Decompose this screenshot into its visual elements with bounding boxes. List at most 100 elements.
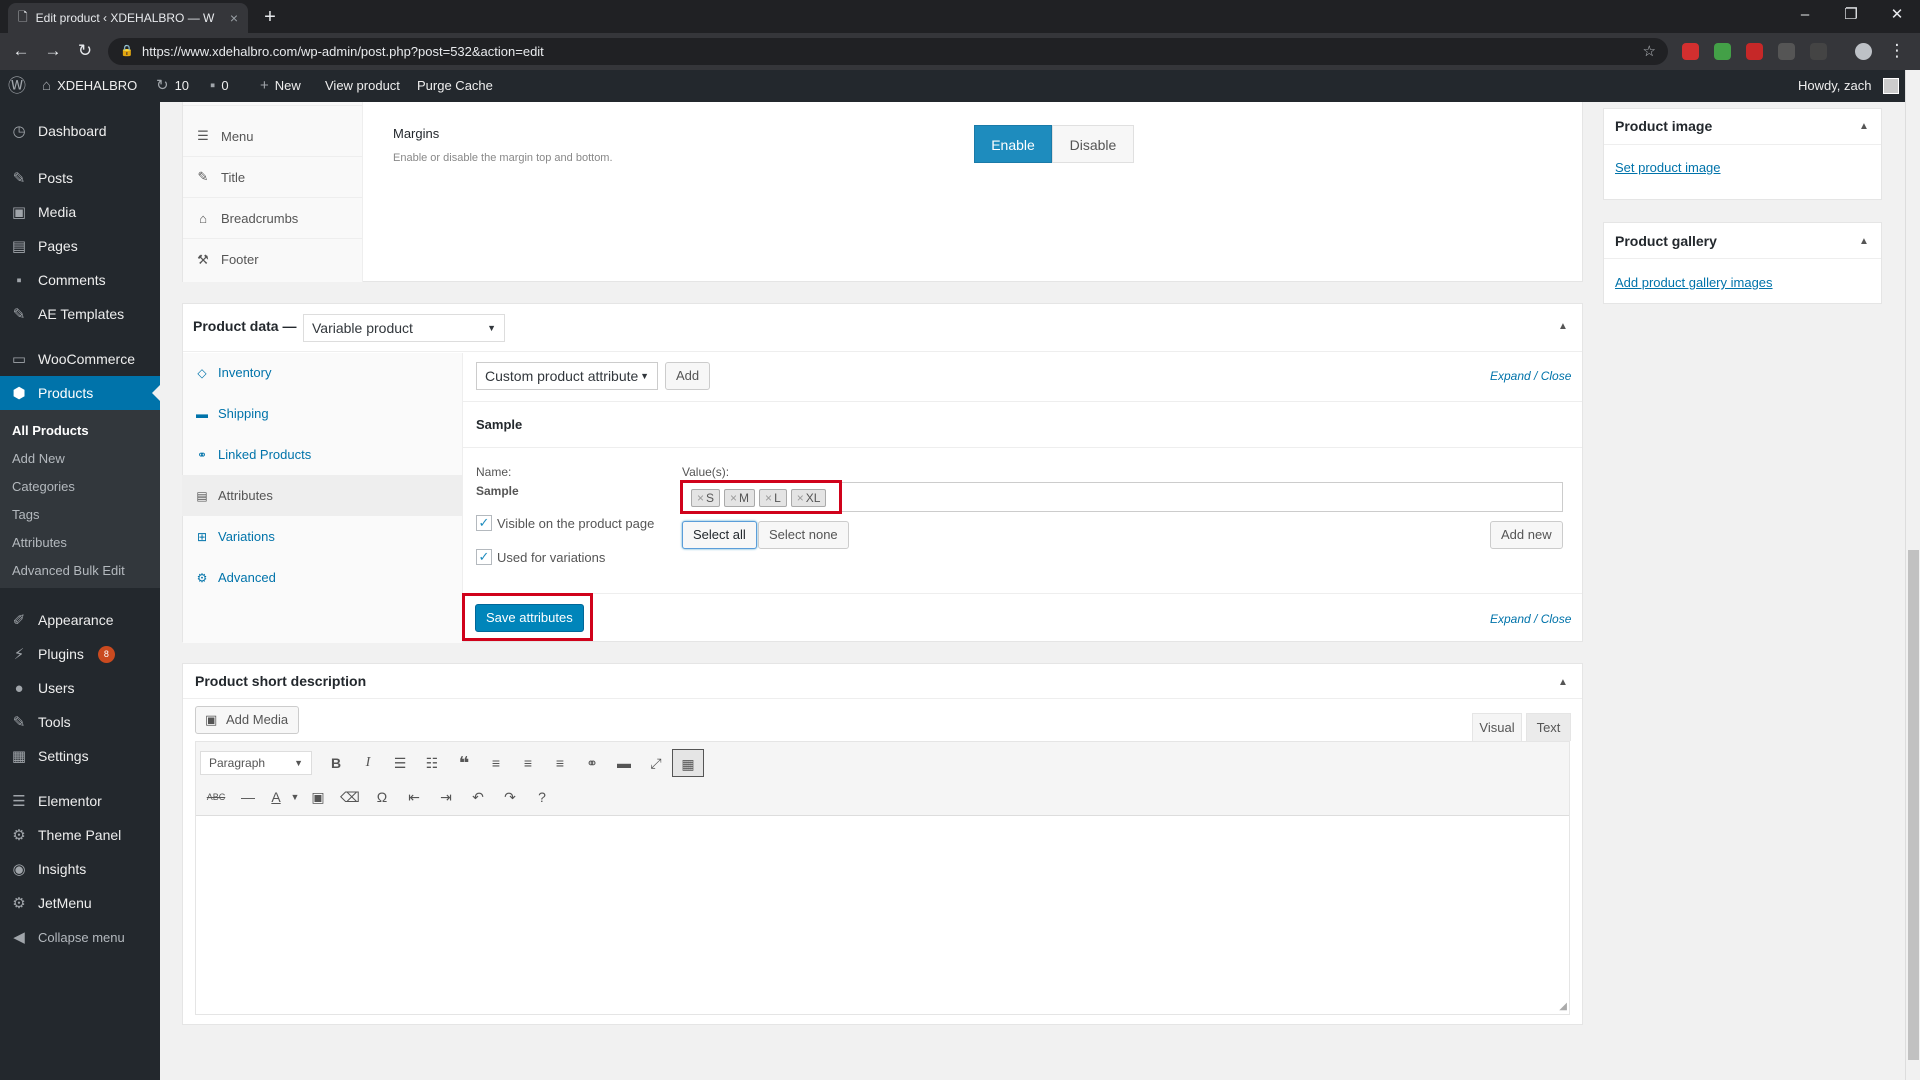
disable-margins-button[interactable]: Disable bbox=[1052, 125, 1134, 163]
tab-linked-products[interactable]: ⚭ Linked Products bbox=[182, 434, 462, 475]
extension-icon[interactable] bbox=[1714, 43, 1731, 60]
read-more-icon[interactable]: ▬ bbox=[608, 749, 640, 777]
sidebar-item-tools[interactable]: ✎ Tools bbox=[0, 705, 160, 739]
attribute-select[interactable]: Custom product attribute ▼ bbox=[476, 362, 658, 390]
format-select[interactable]: Paragraph ▼ bbox=[200, 751, 312, 775]
sidebar-item-appearance[interactable]: ✐ Appearance bbox=[0, 603, 160, 637]
visible-checkbox[interactable]: ✓ bbox=[476, 515, 492, 531]
sidebar-item-settings[interactable]: ▦ Settings bbox=[0, 739, 160, 773]
visible-on-product-page[interactable]: ✓ Visible on the product page bbox=[476, 515, 654, 531]
tab-shipping[interactable]: ▬ Shipping bbox=[182, 393, 462, 434]
sidebar-item-products[interactable]: ⬢ Products bbox=[0, 376, 160, 410]
forward-button[interactable]: → bbox=[42, 41, 64, 63]
minimize-button[interactable]: – bbox=[1782, 0, 1828, 33]
toggle-panel-icon[interactable]: ▲ bbox=[1859, 236, 1869, 247]
tab-inventory[interactable]: ◇ Inventory bbox=[182, 352, 462, 393]
submenu-all-products[interactable]: All Products bbox=[12, 423, 89, 438]
set-product-image-link[interactable]: Set product image bbox=[1615, 160, 1721, 175]
site-name-link[interactable]: ⌂ XDEHALBRO bbox=[42, 70, 137, 102]
outdent-icon[interactable]: ⇤ bbox=[398, 783, 430, 811]
submenu-attributes[interactable]: Attributes bbox=[12, 535, 67, 550]
sidebar-item-users[interactable]: ● Users bbox=[0, 671, 160, 705]
align-center-icon[interactable]: ≡ bbox=[512, 749, 544, 777]
tab-variations[interactable]: ⊞ Variations bbox=[182, 516, 462, 557]
toolbar-toggle-icon[interactable]: ▦ bbox=[672, 749, 704, 777]
sidebar-item-plugins[interactable]: ⚡ Plugins 8 bbox=[0, 637, 160, 671]
sidebar-item-woocommerce[interactable]: ▭ WooCommerce bbox=[0, 342, 160, 376]
close-window-button[interactable]: ✕ bbox=[1874, 0, 1920, 33]
toggle-panel-icon[interactable]: ▲ bbox=[1558, 677, 1568, 688]
sidebar-item-posts[interactable]: ✎ Posts bbox=[0, 161, 160, 195]
chevron-down-icon[interactable]: ▼ bbox=[288, 783, 302, 811]
add-attribute-button[interactable]: Add bbox=[665, 362, 711, 390]
expand-close-link-bottom[interactable]: Expand / Close bbox=[1490, 612, 1571, 626]
tab-attributes[interactable]: ▤ Attributes bbox=[182, 475, 462, 516]
bold-icon[interactable]: B bbox=[320, 749, 352, 777]
resize-handle-icon[interactable]: ◢ bbox=[1559, 1001, 1567, 1012]
italic-icon[interactable]: I bbox=[352, 749, 384, 777]
product-type-select[interactable]: Variable product ▼ bbox=[303, 314, 505, 342]
profile-icon[interactable] bbox=[1855, 43, 1872, 60]
extension-icon[interactable] bbox=[1810, 43, 1827, 60]
submenu-tags[interactable]: Tags bbox=[12, 507, 39, 522]
sidebar-item-theme-panel[interactable]: ⚙ Theme Panel bbox=[0, 818, 160, 852]
toggle-panel-icon[interactable]: ▲ bbox=[1859, 121, 1869, 132]
toggle-panel-icon[interactable]: ▲ bbox=[1558, 321, 1568, 332]
restore-button[interactable]: ❐ bbox=[1828, 0, 1874, 33]
numbered-list-icon[interactable]: ☷ bbox=[416, 749, 448, 777]
add-media-button[interactable]: ▣ Add Media bbox=[195, 706, 300, 734]
browser-tab[interactable]: 🗋 Edit product ‹ XDEHALBRO — W × bbox=[8, 3, 248, 33]
select-none-button[interactable]: Select none bbox=[758, 521, 849, 549]
page-scrollbar[interactable] bbox=[1905, 70, 1920, 1080]
sidebar-item-ae-templates[interactable]: ✎ AE Templates bbox=[0, 297, 160, 331]
back-button[interactable]: ← bbox=[10, 41, 32, 63]
browser-menu-icon[interactable]: ⋮ bbox=[1886, 41, 1908, 63]
clear-formatting-icon[interactable]: ⌫ bbox=[334, 783, 366, 811]
sidebar-item-jetmenu[interactable]: ⚙ JetMenu bbox=[0, 886, 160, 920]
bookmark-star-icon[interactable]: ☆ bbox=[1643, 38, 1656, 65]
settings-tab-footer[interactable]: ⚒ Footer bbox=[183, 239, 363, 280]
used-for-variations[interactable]: ✓ Used for variations bbox=[476, 549, 605, 565]
tab-advanced[interactable]: ⚙ Advanced bbox=[182, 557, 462, 598]
redo-icon[interactable]: ↷ bbox=[494, 783, 526, 811]
expand-close-link[interactable]: Expand / Close bbox=[1490, 369, 1571, 383]
settings-tab-breadcrumbs[interactable]: ⌂ Breadcrumbs bbox=[183, 198, 363, 239]
close-tab-icon[interactable]: × bbox=[230, 10, 238, 26]
settings-tab-title[interactable]: ✎ Title bbox=[183, 157, 363, 198]
tab-visual[interactable]: Visual bbox=[1472, 713, 1522, 741]
sidebar-item-media[interactable]: ▣ Media bbox=[0, 195, 160, 229]
scrollbar-thumb[interactable] bbox=[1908, 550, 1919, 1060]
paste-text-icon[interactable]: ▣ bbox=[302, 783, 334, 811]
indent-icon[interactable]: ⇥ bbox=[430, 783, 462, 811]
collapse-menu-button[interactable]: ◀ Collapse menu bbox=[0, 920, 160, 954]
editor-content-area[interactable] bbox=[196, 817, 1569, 992]
fullscreen-icon[interactable]: ⤢ bbox=[640, 749, 672, 777]
submenu-categories[interactable]: Categories bbox=[12, 479, 75, 494]
new-tab-button[interactable]: + bbox=[258, 6, 282, 30]
text-color-icon[interactable]: A bbox=[264, 783, 288, 811]
settings-tab-menu[interactable]: ☰ Menu bbox=[183, 116, 363, 157]
submenu-advanced-bulk-edit[interactable]: Advanced Bulk Edit bbox=[12, 563, 125, 578]
tab-text[interactable]: Text bbox=[1526, 713, 1571, 741]
add-gallery-images-link[interactable]: Add product gallery images bbox=[1615, 275, 1773, 290]
sidebar-item-pages[interactable]: ▤ Pages bbox=[0, 229, 160, 263]
align-left-icon[interactable]: ≡ bbox=[480, 749, 512, 777]
enable-margins-button[interactable]: Enable bbox=[974, 125, 1052, 163]
bullet-list-icon[interactable]: ☰ bbox=[384, 749, 416, 777]
extension-icon[interactable] bbox=[1682, 43, 1699, 60]
extension-icon[interactable] bbox=[1746, 43, 1763, 60]
wordpress-logo-icon[interactable]: Ⓦ bbox=[8, 70, 26, 102]
sidebar-item-elementor[interactable]: ☰ Elementor bbox=[0, 784, 160, 818]
sidebar-item-dashboard[interactable]: ◷ Dashboard bbox=[0, 114, 160, 148]
select-all-button[interactable]: Select all bbox=[682, 521, 757, 549]
sidebar-item-insights[interactable]: ◉ Insights bbox=[0, 852, 160, 886]
undo-icon[interactable]: ↶ bbox=[462, 783, 494, 811]
horizontal-line-icon[interactable]: — bbox=[232, 783, 264, 811]
reload-button[interactable]: ↻ bbox=[74, 41, 96, 63]
help-icon[interactable]: ? bbox=[526, 783, 558, 811]
account-menu[interactable]: Howdy, zach bbox=[1798, 70, 1900, 102]
blockquote-icon[interactable]: ❝ bbox=[448, 749, 480, 777]
address-bar[interactable]: 🔒 https://www.xdehalbro.com/wp-admin/pos… bbox=[108, 38, 1668, 65]
special-character-icon[interactable]: Ω bbox=[366, 783, 398, 811]
strikethrough-icon[interactable]: ABC bbox=[200, 783, 232, 811]
